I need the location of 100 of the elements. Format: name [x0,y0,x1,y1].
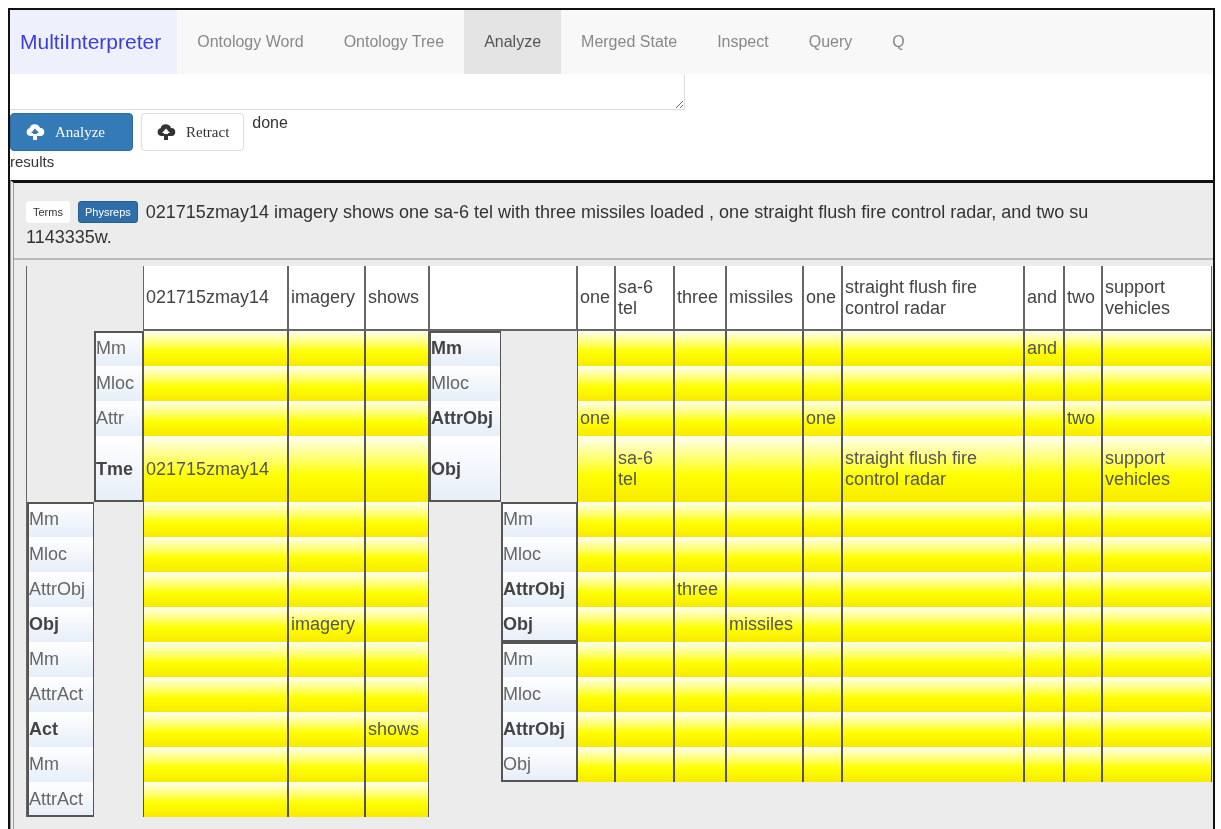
row-label: Obj [501,747,577,782]
table-cell [803,436,842,502]
table-cell [615,747,674,782]
table-cell [1064,331,1102,366]
row-label: Mm [27,747,94,782]
table-cell [803,572,842,607]
row-label: Attr [94,401,143,436]
table-cell [1024,607,1064,642]
column-header: missiles [726,266,803,331]
table-cell [1024,572,1064,607]
column-header: and [1024,266,1064,331]
table-cell [365,747,429,782]
table-cell [1064,572,1102,607]
row-label: AttrAct [27,677,94,712]
table-cell [1024,642,1064,677]
column-header: support vehicles [1102,266,1212,331]
column-header: one [803,266,842,331]
table-cell [577,366,615,401]
table-cell [1064,366,1102,401]
table-cell [1064,436,1102,502]
table-cell [615,642,674,677]
table-cell: missiles [726,607,803,642]
table-cell [674,436,726,502]
view-toggle[interactable]: Terms [26,201,70,223]
nav-tab[interactable]: Ontology Word [177,10,324,74]
table-cell [365,537,429,572]
table-cell [365,572,429,607]
nav-tab[interactable]: Merged State [561,10,698,74]
nav-tab[interactable]: Inspect [697,10,789,74]
table-cell [674,502,726,537]
nav-tab[interactable]: Query [788,10,873,74]
table-cell [1024,436,1064,502]
table-cell [615,502,674,537]
table-cell [803,677,842,712]
table-cell [674,712,726,747]
table-cell [674,366,726,401]
brand-name[interactable]: MultiInterpreter [10,10,178,74]
table-cell [615,401,674,436]
sentence-text: 1143335w. [25,226,113,248]
column-header: two [1064,266,1102,331]
cloud-upload-icon [156,123,176,141]
row-label: Mloc [94,366,143,401]
table-cell [674,677,726,712]
row-label: Obj [501,607,577,642]
column-header: three [674,266,726,331]
view-toggle[interactable]: Physreps [77,201,138,223]
table-cell [365,607,429,642]
table-cell [803,642,842,677]
column-header: sa-6 tel [615,266,674,331]
table-cell [365,642,429,677]
table-cell [1024,747,1064,782]
row-label: Mm [429,331,501,366]
table-cell [615,366,674,401]
status-text: done [252,114,288,132]
table-cell: straight flush fire control radar [842,436,1024,502]
table-cell [1064,502,1102,537]
nav-tab[interactable]: Q [872,10,925,74]
row-label: AttrObj [429,401,501,436]
table-cell [1064,677,1102,712]
table-cell: two [1064,401,1102,436]
table-cell [615,572,674,607]
text-input[interactable] [10,74,685,110]
table-cell [803,537,842,572]
column-header: shows [365,266,429,331]
table-cell [674,607,726,642]
table-cell [1024,677,1064,712]
table-cell: support vehicles [1102,436,1212,502]
sentence-text: 021715zmay14 imagery shows one sa-6 tel with three missiles loaded , one straight flush fire control radar, and two su [145,201,1089,223]
action-button[interactable]: Retract [141,113,245,151]
row-label: Obj [27,607,94,642]
row-label: AttrObj [501,572,577,607]
table-cell [1064,642,1102,677]
row-label: Mm [501,642,577,677]
row-label: Mloc [501,537,577,572]
row-label: Obj [429,436,501,502]
table-cell [674,401,726,436]
table-cell [674,747,726,782]
column-header: 021715zmay14 [143,266,288,331]
table-cell [615,607,674,642]
table-cell [615,712,674,747]
table-cell: sa-6 tel [615,436,674,502]
table-cell [1024,401,1064,436]
table-cell [365,782,429,817]
table-cell: imagery [288,607,365,642]
table-cell [1024,366,1064,401]
row-label: AttrObj [27,572,94,607]
table-cell [615,537,674,572]
table-cell: one [803,401,842,436]
row-label: AttrObj [501,712,577,747]
action-button[interactable]: Analyze [10,113,133,151]
table-cell [1064,607,1102,642]
table-cell [615,677,674,712]
table-cell: shows [365,712,429,747]
nav-tab[interactable]: Ontology Tree [323,10,465,74]
table-cell [674,642,726,677]
column-header: imagery [288,266,365,331]
table-cell [1064,712,1102,747]
nav-tab[interactable]: Analyze [464,10,562,74]
table-cell [1024,537,1064,572]
table-cell [803,502,842,537]
